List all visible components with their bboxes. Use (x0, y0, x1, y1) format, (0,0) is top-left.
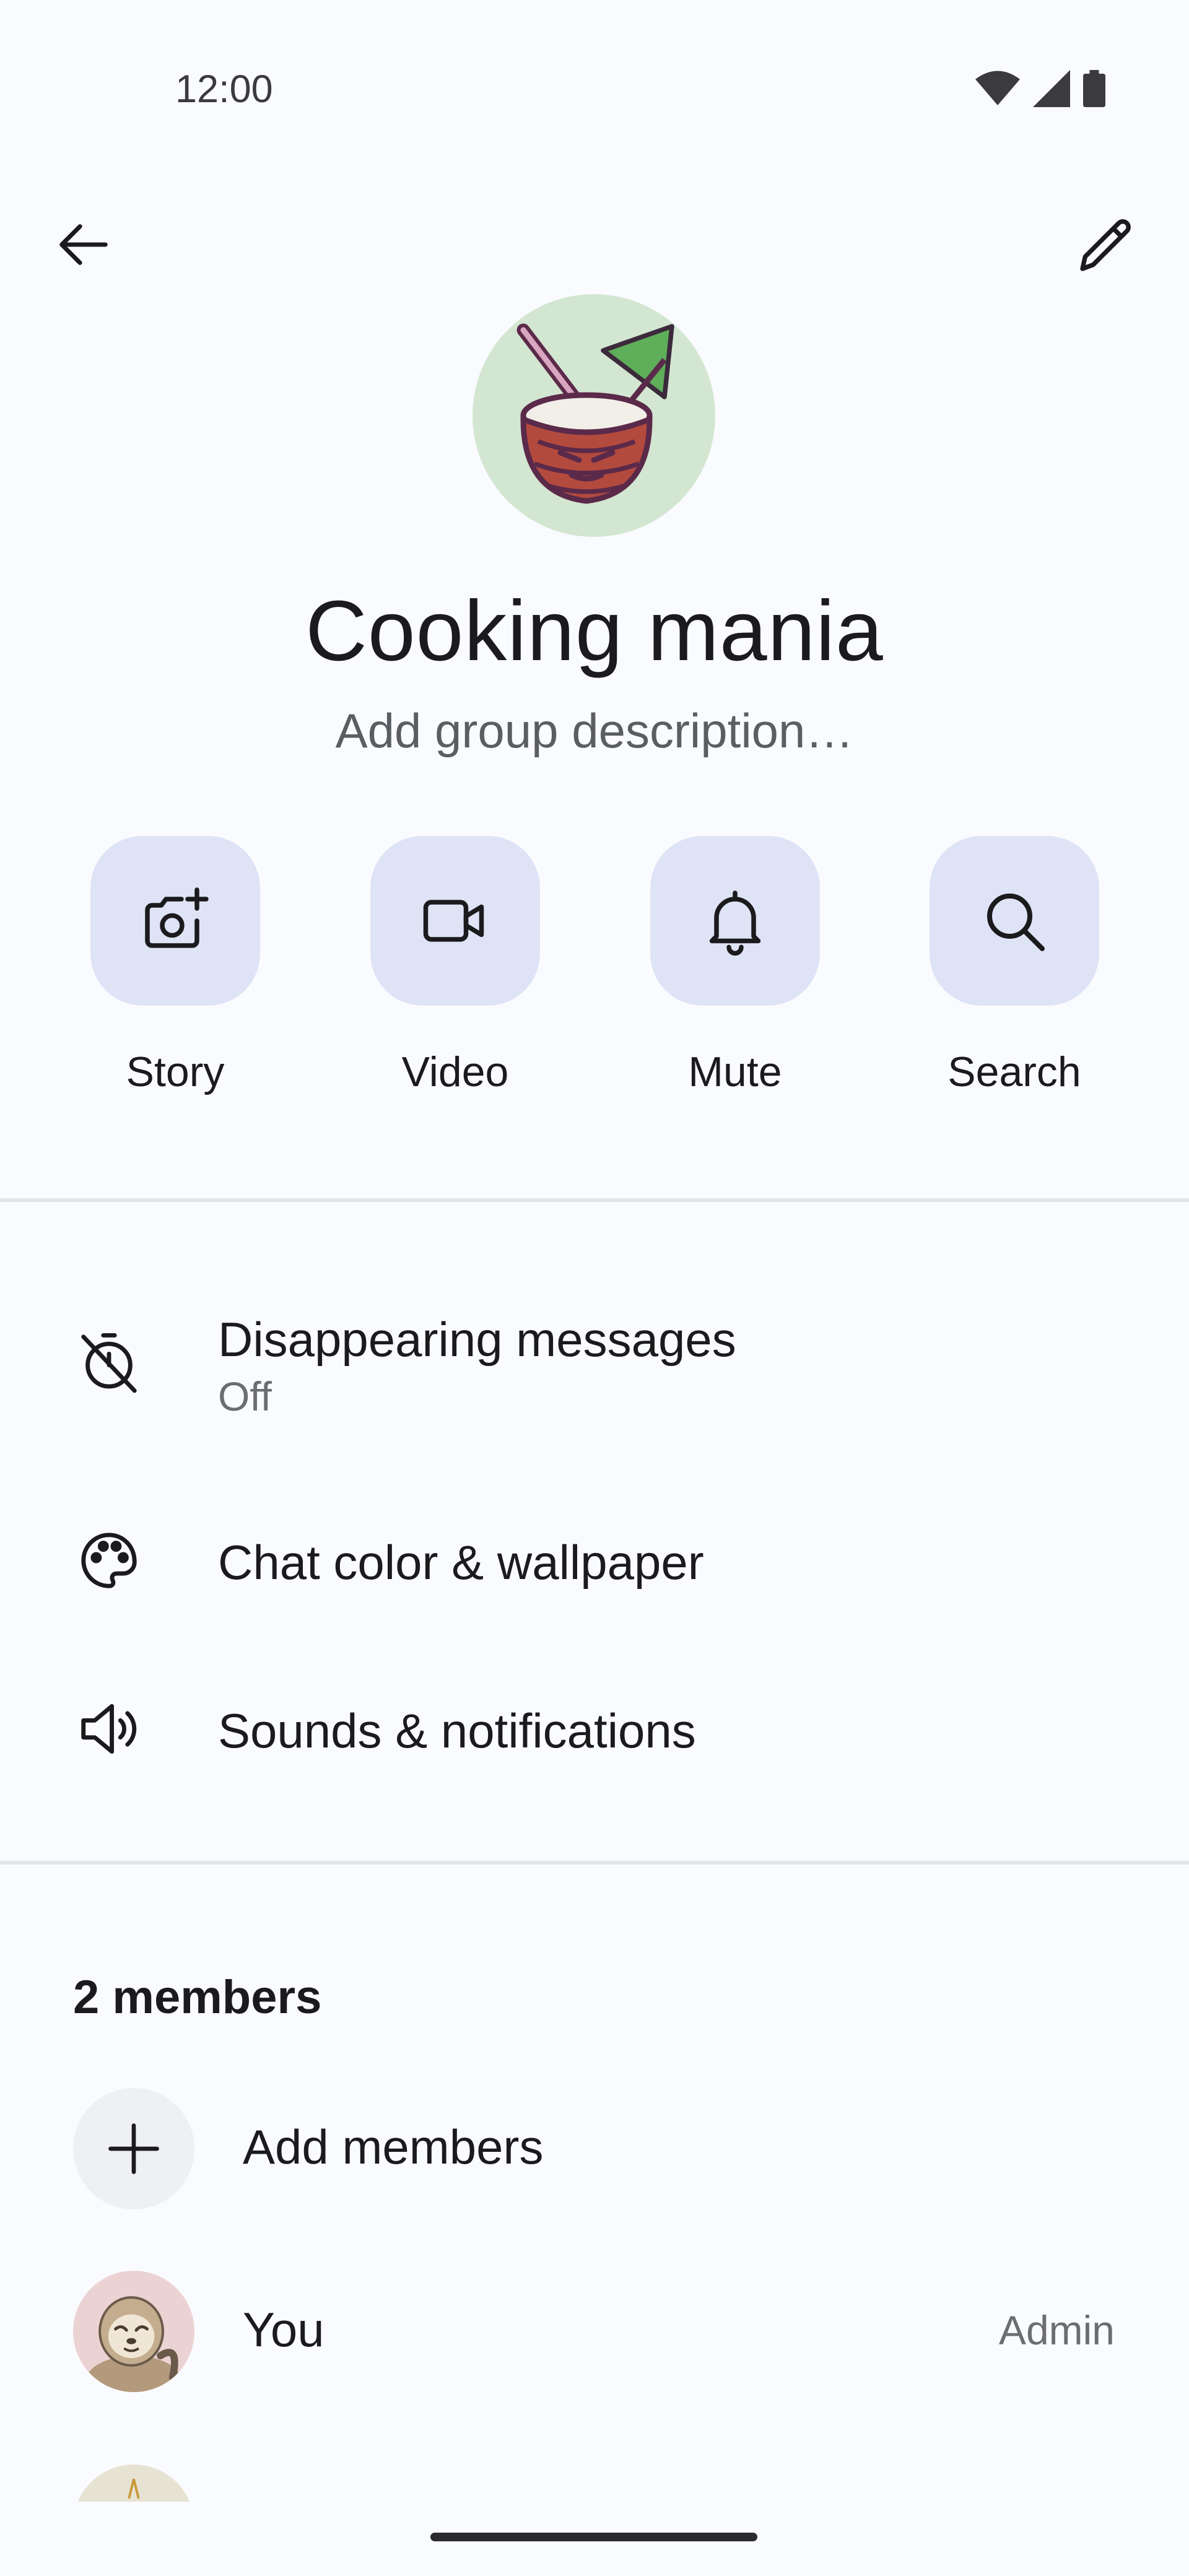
add-members-button[interactable] (73, 2088, 194, 2209)
cellular-signal-icon (1033, 70, 1070, 107)
group-avatar[interactable] (473, 294, 715, 537)
coconut-drink-icon (516, 323, 674, 504)
member-row[interactable]: You Admin (0, 2271, 1189, 2392)
arrow-left-icon (59, 224, 108, 265)
member-name: You (243, 2302, 324, 2357)
camera-add-icon (145, 887, 209, 948)
wifi-icon (975, 71, 1020, 105)
video-camera-icon (423, 900, 484, 942)
divider (0, 1861, 1189, 1865)
home-indicator (430, 2533, 757, 2541)
speaker-icon (73, 1693, 145, 1765)
group-name: Cooking mania (305, 583, 884, 679)
video-label: Video (401, 1048, 509, 1095)
palette-icon (73, 1525, 145, 1596)
video-action[interactable]: Video (370, 836, 540, 1096)
quick-actions: Story Video Mute Search (0, 836, 1189, 1102)
search-button[interactable] (930, 836, 1099, 1006)
members-count: 2 members (73, 1971, 322, 2024)
avatar (73, 2271, 194, 2392)
mute-button[interactable] (650, 836, 820, 1006)
avatar (73, 2465, 194, 2502)
search-action[interactable]: Search (930, 836, 1099, 1096)
avatar-icon (128, 2479, 140, 2499)
disappearing-messages-value: Off (218, 1373, 272, 1419)
chat-color-label: Chat color & wallpaper (218, 1535, 704, 1590)
story-action[interactable]: Story (90, 836, 260, 1096)
video-button[interactable] (370, 836, 540, 1006)
pencil-icon (1080, 219, 1131, 271)
member-row-partial[interactable] (73, 2465, 194, 2502)
mute-label: Mute (688, 1048, 782, 1095)
story-label: Story (126, 1048, 225, 1095)
battery-icon (1083, 70, 1105, 107)
chat-color-row[interactable]: Chat color & wallpaper (0, 1486, 1189, 1635)
sounds-notifications-row[interactable]: Sounds & notifications (0, 1655, 1189, 1803)
search-icon (987, 894, 1045, 951)
status-time: 12:00 (175, 67, 273, 111)
divider (0, 1198, 1189, 1202)
group-description[interactable]: Add group description… (0, 703, 1189, 759)
back-button[interactable] (38, 199, 129, 290)
add-members-row[interactable]: Add members (0, 2088, 1189, 2209)
mute-action[interactable]: Mute (650, 836, 820, 1096)
sloth-avatar-icon (85, 2296, 183, 2392)
member-role: Admin (998, 2307, 1115, 2353)
add-members-label: Add members (243, 2120, 544, 2174)
timer-off-icon (73, 1326, 145, 1398)
sounds-notifications-label: Sounds & notifications (218, 1704, 696, 1758)
story-button[interactable] (90, 836, 260, 1006)
search-label: Search (947, 1048, 1081, 1095)
status-icons (975, 69, 1105, 108)
bell-icon (709, 890, 761, 956)
disappearing-messages-row[interactable]: Disappearing messages Off (0, 1288, 1189, 1437)
plus-icon (108, 2123, 159, 2174)
disappearing-messages-label: Disappearing messages (218, 1312, 736, 1367)
edit-button[interactable] (1061, 199, 1152, 290)
